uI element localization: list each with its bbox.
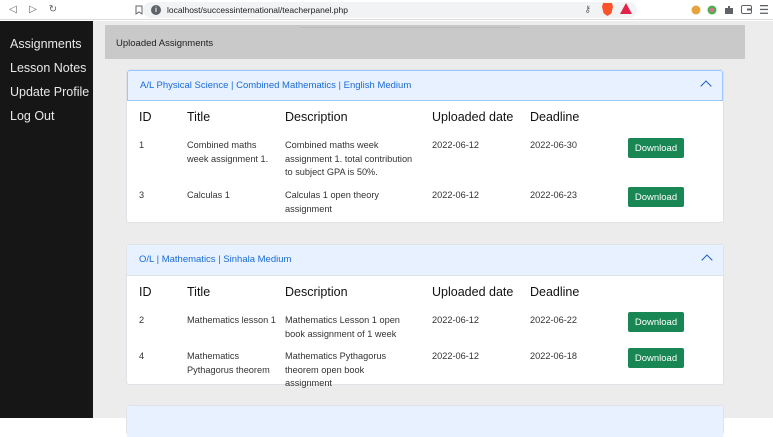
brave-rewards-icon[interactable] (620, 3, 632, 14)
address-bar[interactable]: i localhost/successinternational/teacher… (143, 2, 637, 18)
url-text: localhost/successinternational/teacherpa… (167, 5, 348, 15)
extension-icon[interactable] (706, 4, 717, 15)
column-header-title: Title (187, 285, 211, 299)
accordion-header[interactable]: O/L | Mathematics | Sinhala Medium (127, 245, 723, 276)
column-header-id: ID (139, 110, 152, 124)
cell-deadline: 2022-06-23 (530, 190, 577, 200)
cell-id: 2 (139, 315, 145, 325)
sidebar: Assignments Lesson Notes Update Profile … (0, 21, 93, 418)
cell-id: 3 (139, 190, 145, 200)
download-button[interactable]: Download (628, 187, 684, 207)
menu-icon[interactable] (758, 4, 769, 15)
cell-uploaded-date: 2022-06-12 (432, 140, 479, 150)
cell-title: Calculas 1 (187, 190, 230, 200)
wallet-icon[interactable] (741, 4, 752, 15)
cell-uploaded-date: 2022-06-12 (432, 315, 479, 325)
column-header-uploaded-date: Uploaded date (432, 110, 514, 124)
header-divider (300, 25, 520, 28)
back-icon[interactable]: ◁ (6, 3, 20, 17)
accordion-header[interactable]: A/L Physical Science | Combined Mathemat… (127, 70, 723, 101)
browser-toolbar: ◁ ▷ ↻ i localhost/successinternational/t… (0, 0, 773, 20)
cell-deadline: 2022-06-22 (530, 315, 577, 325)
assignment-card: A/L Physical Science | Combined Mathemat… (126, 69, 724, 223)
chevron-up-icon[interactable] (700, 80, 712, 92)
cell-id: 1 (139, 140, 145, 150)
cell-deadline: 2022-06-18 (530, 351, 577, 361)
cell-uploaded-date: 2022-06-12 (432, 190, 479, 200)
reload-icon[interactable]: ↻ (46, 3, 60, 17)
sidebar-item-lesson-notes[interactable]: Lesson Notes (10, 61, 86, 75)
cell-description: Combined maths week assignment 1. total … (285, 140, 413, 177)
cell-title: Mathematics lesson 1 (187, 315, 276, 325)
cell-id: 4 (139, 351, 145, 361)
cell-title: Combined maths week assignment 1. (187, 140, 269, 164)
cell-description: Calculas 1 open theory assignment (285, 190, 379, 214)
column-header-title: Title (187, 110, 211, 124)
assignment-card-partial (126, 405, 724, 437)
main-content: Uploaded Assignments A/L Physical Scienc… (93, 21, 773, 437)
column-header-deadline: Deadline (530, 285, 580, 299)
column-header-description: Description (285, 110, 348, 124)
column-header-uploaded-date: Uploaded date (432, 285, 514, 299)
page-header: Uploaded Assignments (105, 25, 745, 59)
page-title: Uploaded Assignments (116, 38, 214, 49)
cell-description: Mathematics Lesson 1 open book assignmen… (285, 315, 400, 339)
site-info-icon[interactable]: i (151, 5, 161, 15)
forward-icon[interactable]: ▷ (26, 3, 40, 17)
column-header-id: ID (139, 285, 152, 299)
chevron-up-icon[interactable] (701, 254, 713, 266)
card-title: A/L Physical Science | Combined Mathemat… (140, 80, 412, 91)
key-icon[interactable]: ⚷ (584, 5, 591, 15)
card-title: O/L | Mathematics | Sinhala Medium (139, 254, 292, 265)
download-button[interactable]: Download (628, 138, 684, 158)
cell-description: Mathematics Pythagorus theorem open book… (285, 351, 387, 388)
column-header-deadline: Deadline (530, 110, 580, 124)
accordion-header[interactable] (127, 406, 723, 437)
cell-title: Mathematics Pythagorus theorem (187, 351, 270, 375)
assignment-card: O/L | Mathematics | Sinhala Medium ID Ti… (126, 244, 724, 388)
sidebar-item-assignments[interactable]: Assignments (10, 37, 82, 51)
download-button[interactable]: Download (628, 348, 684, 368)
download-button[interactable]: Download (628, 312, 684, 332)
column-header-description: Description (285, 285, 348, 299)
sidebar-item-log-out[interactable]: Log Out (10, 109, 54, 123)
cookie-extension-icon[interactable] (690, 4, 701, 15)
cell-uploaded-date: 2022-06-12 (432, 351, 479, 361)
sidebar-item-update-profile[interactable]: Update Profile (10, 85, 89, 99)
puzzle-extensions-icon[interactable] (723, 4, 734, 15)
cell-deadline: 2022-06-30 (530, 140, 577, 150)
